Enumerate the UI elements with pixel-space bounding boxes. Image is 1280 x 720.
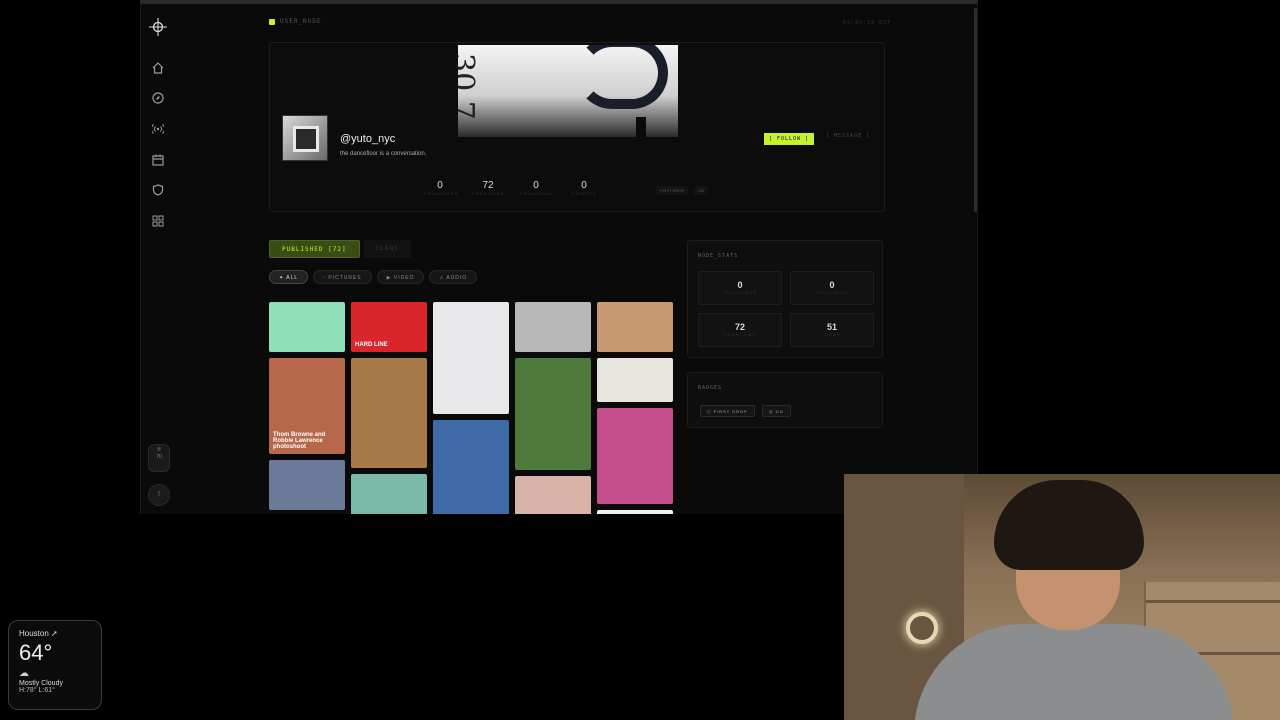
node-stats-panel: NODE_STATS 0 FOLLOWERS 0 FOLLOWING 72 CREAT… <box>687 240 883 358</box>
avatar-graphic <box>293 126 319 152</box>
stat-label: CREATIONS <box>723 332 757 337</box>
online-indicator <box>269 18 275 25</box>
stat-label: FOLLOWING <box>815 290 849 295</box>
status-label: USER_NODE <box>280 18 322 25</box>
shield-icon[interactable] <box>152 184 164 196</box>
bio: the dancefloor is a conversation. <box>340 151 427 157</box>
stat-value: 72 <box>734 322 745 332</box>
stat-value: 0 <box>737 280 743 290</box>
node-stat-creations: 72 CREATIONS <box>698 313 782 347</box>
banner-graphic-bar <box>636 117 646 137</box>
node-stat-following: 0 FOLLOWING <box>790 271 874 305</box>
creation-tile[interactable] <box>269 302 345 352</box>
creation-tile[interactable] <box>597 408 673 504</box>
stat-label: FOLLOWERS <box>722 290 758 295</box>
profile-card: 30 7 @yuto_nyc the dancefloor is a conve… <box>269 42 885 212</box>
tile-caption: Thom Browne and Robbie Lawrence photosho… <box>273 432 326 450</box>
profile-stats: 0 FOLLOWERS 72 CREATIONS 0 FOLLOWING 0 CREDI… <box>424 180 600 196</box>
creations-grid: HARD LINE Thom Browne and Robbie Lawrence… <box>269 302 675 514</box>
stat-followers[interactable]: 0 FOLLOWERS <box>424 180 459 196</box>
creation-tile[interactable] <box>597 510 673 514</box>
tab-published[interactable]: PUBLISHED [72] <box>269 240 360 258</box>
stat-label: FOLLOWERS <box>424 191 459 196</box>
pill-icon: ◎ <box>156 446 162 452</box>
node-stat-followers: 0 FOLLOWERS <box>698 271 782 305</box>
stat-label: CREATIONS <box>472 191 505 196</box>
username: @yuto_nyc <box>340 133 396 145</box>
creation-tile[interactable] <box>433 420 509 514</box>
badge-og[interactable]: ◎ OG <box>762 405 791 417</box>
creation-tile[interactable] <box>597 358 673 402</box>
stat-creations[interactable]: 72 CREATIONS <box>472 180 504 196</box>
calendar-icon[interactable] <box>152 154 164 166</box>
logo-icon[interactable] <box>149 18 167 36</box>
tile-caption: HARD LINE <box>355 342 388 348</box>
stat-value: 51 <box>826 322 837 332</box>
filter-all[interactable]: ✦ ALL <box>269 270 309 284</box>
pill-count: 70 <box>156 454 162 460</box>
badge-first-drop: FIRST DROP <box>656 186 689 195</box>
sidebar-credits-pill[interactable]: ◎ 70 <box>148 444 170 472</box>
avatar[interactable] <box>282 115 328 161</box>
message-button[interactable]: [ MESSAGE ] <box>826 133 870 139</box>
creation-tile[interactable]: HARD LINE <box>351 302 427 352</box>
stat-following[interactable]: 0 FOLLOWING <box>520 180 552 196</box>
profile-banner: 30 7 <box>458 45 678 137</box>
weather-high-low: H:78° L:61° <box>19 687 55 694</box>
stat-value: 0 <box>829 280 835 290</box>
scrollbar[interactable] <box>974 8 977 212</box>
person-hair <box>994 480 1144 570</box>
creation-tile[interactable] <box>351 474 427 514</box>
creation-tile[interactable] <box>515 302 591 352</box>
stat-label: CREDITS <box>571 191 597 196</box>
webcam-overlay <box>844 474 1280 720</box>
shelf-board <box>1146 600 1280 603</box>
filter-pictures[interactable]: ▫ PICTURES <box>313 270 372 284</box>
tab-clans[interactable]: CLANS <box>363 240 411 258</box>
ring-light <box>906 612 938 644</box>
content-tabs: PUBLISHED [72] CLANS <box>269 240 411 258</box>
badge-og: OG <box>694 186 709 195</box>
grid-icon[interactable] <box>152 215 164 227</box>
stat-label: FOLLOWING <box>520 191 554 196</box>
profile-badges: FIRST DROP OG <box>656 186 709 195</box>
weather-condition: Mostly Cloudy <box>19 680 63 687</box>
stat-value: 0 <box>581 180 587 191</box>
media-filters: ✦ ALL ▫ PICTURES ▶ VIDEO ♫ AUDIO <box>269 270 478 284</box>
weather-widget[interactable]: Houston ➚ 64° ☁ Mostly Cloudy H:78° L:61… <box>8 620 102 710</box>
stat-credits[interactable]: 0 CREDITS <box>568 180 600 196</box>
creation-tile[interactable] <box>597 302 673 352</box>
compass-icon[interactable] <box>152 92 164 104</box>
badge-first-drop[interactable]: ⬡ FIRST DROP <box>700 405 755 417</box>
sidebar: ◎ 70 ! <box>141 4 175 514</box>
stat-value: 0 <box>533 180 539 191</box>
stat-label: VIEWS <box>823 332 841 337</box>
creation-tile[interactable] <box>351 358 427 468</box>
panel-title: NODE_STATS <box>698 253 739 259</box>
stat-value: 72 <box>482 180 494 191</box>
app-window: ◎ 70 ! USER_NODE 05:42:18 EST 30 7 @yuto… <box>140 0 978 514</box>
creation-tile[interactable] <box>269 460 345 510</box>
user-node-status: USER_NODE <box>269 18 322 25</box>
home-icon[interactable] <box>152 62 164 74</box>
cloud-icon: ☁ <box>19 668 29 679</box>
clock: 05:42:18 EST <box>843 20 892 26</box>
weather-temp: 64° <box>19 640 53 665</box>
creation-tile[interactable] <box>515 358 591 470</box>
node-stat-views: 51 VIEWS <box>790 313 874 347</box>
weather-city: Houston ➚ <box>19 629 58 638</box>
stat-value: 0 <box>437 180 443 191</box>
filter-video[interactable]: ▶ VIDEO <box>376 270 425 284</box>
creation-tile[interactable] <box>433 302 509 414</box>
follow-button[interactable]: [ FOLLOW ] <box>764 133 814 145</box>
badges-panel: BADGES ⬡ FIRST DROP ◎ OG <box>687 372 883 428</box>
creation-tile[interactable]: Thom Browne and Robbie Lawrence photosho… <box>269 358 345 454</box>
sidebar-alert-button[interactable]: ! <box>148 484 170 506</box>
broadcast-icon[interactable] <box>152 123 164 135</box>
banner-graphic-arc <box>576 45 668 109</box>
creation-tile[interactable] <box>515 476 591 514</box>
banner-graphic-text: 30 7 <box>458 53 480 120</box>
panel-title: BADGES <box>698 385 723 391</box>
filter-audio[interactable]: ♫ AUDIO <box>429 270 478 284</box>
